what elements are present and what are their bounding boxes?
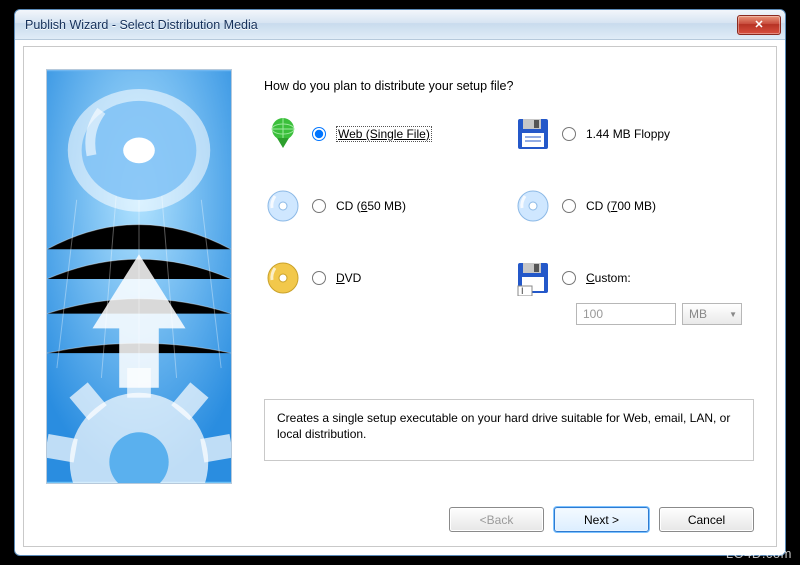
- prompt-text: How do you plan to distribute your setup…: [264, 79, 754, 93]
- option-floppy: 1.44 MB Floppy: [514, 113, 764, 155]
- option-cd650: CD (650 MB): [264, 185, 514, 227]
- option-web: Web (Single File): [264, 113, 514, 155]
- close-icon: ✕: [754, 18, 763, 31]
- web-download-icon: [264, 115, 302, 153]
- radio-web[interactable]: [312, 127, 326, 141]
- radio-dvd[interactable]: [312, 271, 326, 285]
- content-area: How do you plan to distribute your setup…: [264, 79, 754, 325]
- window-title: Publish Wizard - Select Distribution Med…: [25, 18, 258, 32]
- option-custom: I Custom: MB ▼: [514, 257, 764, 325]
- custom-size-input[interactable]: [576, 303, 676, 325]
- radio-custom[interactable]: [562, 271, 576, 285]
- watermark: LO4D.com: [726, 546, 792, 561]
- close-button[interactable]: ✕: [737, 15, 781, 35]
- distribution-options: Web (Single File) 1.44 MB Floppy: [264, 113, 754, 325]
- option-cd700: CD (700 MB): [514, 185, 764, 227]
- wizard-illustration: [46, 69, 232, 484]
- label-custom[interactable]: Custom:: [586, 270, 631, 286]
- custom-unit-value: MB: [689, 307, 707, 321]
- back-button[interactable]: < Back: [449, 507, 544, 532]
- dvd-icon: [264, 259, 302, 297]
- floppy-custom-icon: I: [514, 259, 552, 297]
- option-dvd: DVD: [264, 257, 514, 299]
- description-box: Creates a single setup executable on you…: [264, 399, 754, 461]
- label-floppy[interactable]: 1.44 MB Floppy: [586, 126, 670, 142]
- custom-unit-select[interactable]: MB ▼: [682, 303, 742, 325]
- dialog-body: How do you plan to distribute your setup…: [23, 46, 777, 547]
- wizard-buttons: < Back Next > Cancel: [449, 507, 754, 532]
- floppy-icon: [514, 115, 552, 153]
- wizard-graphic-icon: [47, 70, 231, 483]
- cd-icon: [264, 187, 302, 225]
- radio-cd700[interactable]: [562, 199, 576, 213]
- dialog-window: Publish Wizard - Select Distribution Med…: [14, 9, 786, 556]
- titlebar: Publish Wizard - Select Distribution Med…: [15, 10, 785, 40]
- radio-cd650[interactable]: [312, 199, 326, 213]
- svg-text:I: I: [521, 286, 524, 296]
- cancel-button[interactable]: Cancel: [659, 507, 754, 532]
- label-dvd[interactable]: DVD: [336, 270, 361, 286]
- label-cd700[interactable]: CD (700 MB): [586, 198, 656, 214]
- label-web[interactable]: Web (Single File): [336, 126, 432, 142]
- radio-floppy[interactable]: [562, 127, 576, 141]
- dropdown-icon: ▼: [729, 310, 737, 319]
- next-button[interactable]: Next >: [554, 507, 649, 532]
- cd-icon: [514, 187, 552, 225]
- label-cd650[interactable]: CD (650 MB): [336, 198, 406, 214]
